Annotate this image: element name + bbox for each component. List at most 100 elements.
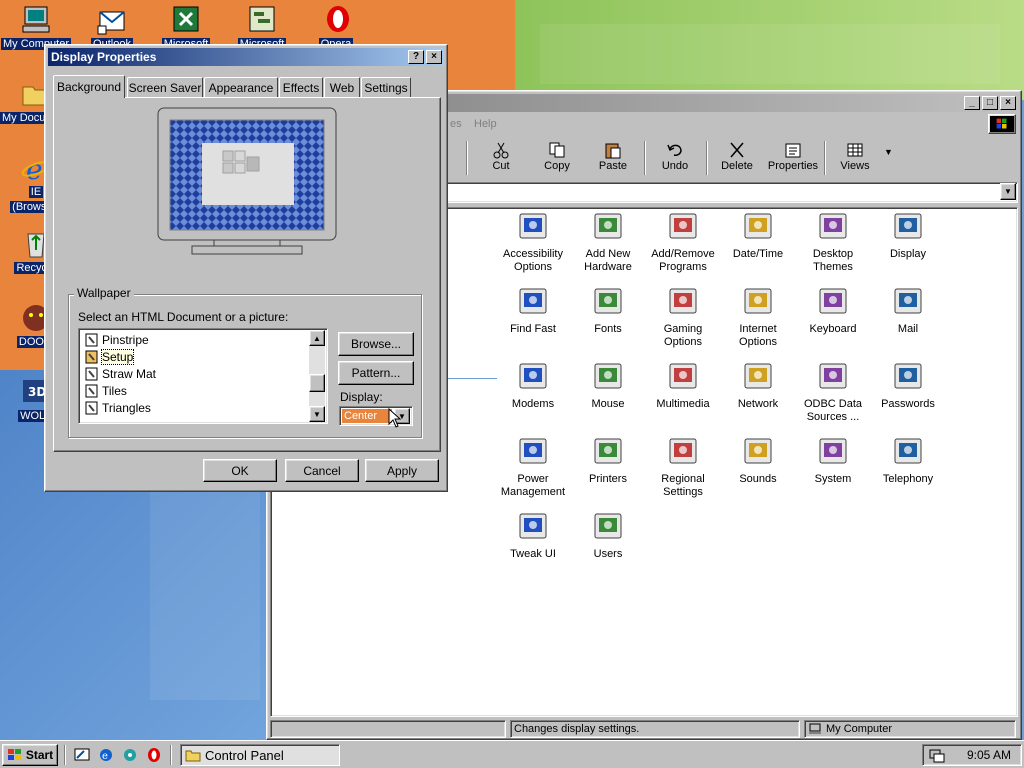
wallpaper-name: Pinstripe — [102, 332, 149, 347]
cp-item-globe[interactable]: Internet Options — [720, 285, 796, 349]
start-button[interactable]: Start — [2, 744, 58, 766]
ok-button[interactable]: OK — [203, 459, 277, 482]
toolbar-label: Paste — [598, 160, 628, 172]
wallpaper-list-item[interactable]: Triangles — [81, 399, 309, 416]
paste-icon — [605, 143, 621, 159]
cp-item-label: Mouse — [591, 398, 625, 410]
cut-button[interactable]: Cut — [472, 139, 530, 177]
toolbar-label: Properties — [767, 160, 819, 172]
copy-button[interactable]: Copy — [528, 139, 586, 177]
wallpaper-list-item[interactable]: Tiles — [81, 382, 309, 399]
dialog-titlebar[interactable]: Display Properties ? × — [48, 48, 444, 66]
network-icon — [744, 363, 772, 389]
keyboard-icon — [819, 288, 847, 314]
delete-button[interactable]: Delete — [708, 139, 766, 177]
tab-background[interactable]: Background — [53, 75, 125, 98]
tab-effects[interactable]: Effects — [279, 77, 323, 97]
address-dropdown-button[interactable]: ▼ — [1000, 183, 1016, 200]
wallpaper-list-item[interactable]: Straw Mat — [81, 365, 309, 382]
cp-item-label: Accessibility Options — [503, 248, 563, 273]
toolbar-label: Cut — [492, 160, 510, 172]
cp-item-printers-folder[interactable]: Printers — [570, 435, 646, 486]
wallpaper-name: Straw Mat — [102, 366, 157, 381]
cp-item-themes[interactable]: Desktop Themes — [795, 210, 871, 274]
cp-item-telephone[interactable]: Telephony — [870, 435, 946, 486]
opera-quicklaunch-icon[interactable] — [146, 747, 162, 763]
cp-item-label: Modems — [511, 398, 555, 410]
cp-item-joystick[interactable]: Gaming Options — [645, 285, 721, 349]
dialog-title: Display Properties — [51, 50, 157, 64]
menu-item-favorites[interactable]: es — [450, 118, 462, 130]
toolbar-label: Delete — [721, 160, 753, 172]
mail-icon — [894, 288, 922, 314]
cp-item-label: ODBC Data Sources ... — [803, 398, 863, 423]
browse-button[interactable]: Browse... — [338, 332, 414, 356]
wallpaper-list[interactable]: Pinstripe Setup Straw Mat Tiles Triangles ▲ … — [78, 328, 328, 424]
cp-item-speaker[interactable]: Sounds — [720, 435, 796, 486]
dialog-close-button[interactable]: × — [426, 50, 442, 64]
display-settings-tray-icon[interactable] — [929, 748, 945, 764]
apply-button[interactable]: Apply — [365, 459, 439, 482]
properties-button[interactable]: Properties — [764, 139, 822, 177]
cp-item-mail[interactable]: Mail — [870, 285, 946, 336]
control-panel-icon — [185, 750, 201, 762]
menu-item-help[interactable]: Help — [474, 118, 497, 130]
channels-icon[interactable] — [122, 747, 138, 763]
themes-icon — [819, 213, 847, 239]
wallpaper-list-item[interactable]: Setup — [81, 348, 309, 365]
show-desktop-icon[interactable] — [74, 747, 90, 763]
cp-item-label: Passwords — [881, 398, 935, 410]
cp-item-hardware[interactable]: Add New Hardware — [570, 210, 646, 274]
maximize-button[interactable]: □ — [982, 96, 998, 110]
close-button[interactable]: × — [1000, 96, 1016, 110]
undo-button[interactable]: Undo — [646, 139, 704, 177]
pattern-button[interactable]: Pattern... — [338, 361, 414, 385]
wallpaper-list-item[interactable]: Pinstripe — [81, 331, 309, 348]
cp-item-network[interactable]: Network — [720, 360, 796, 411]
cp-item-keyboard[interactable]: Keyboard — [795, 285, 871, 336]
cp-item-mouse[interactable]: Mouse — [570, 360, 646, 411]
taskbar-task-control-panel[interactable]: Control Panel — [180, 744, 340, 766]
tab-screen-saver[interactable]: Screen Saver — [127, 77, 203, 97]
cp-item-label: Users — [593, 548, 623, 560]
ie-quicklaunch-icon[interactable]: e — [98, 747, 114, 763]
clock[interactable]: 9:05 AM — [967, 748, 1011, 762]
status-text: Changes display settings. — [510, 720, 800, 738]
cp-item-odbc[interactable]: ODBC Data Sources ... — [795, 360, 871, 424]
cp-item-users[interactable]: Users — [570, 510, 646, 561]
scroll-down-button[interactable]: ▼ — [309, 406, 325, 422]
cp-item-multimedia[interactable]: Multimedia — [645, 360, 721, 411]
cp-item-earth[interactable]: Regional Settings — [645, 435, 721, 499]
cp-item-power[interactable]: Power Management — [495, 435, 571, 499]
multimedia-icon — [669, 363, 697, 389]
views-dropdown-arrow-icon[interactable]: ▼ — [884, 147, 893, 157]
tab-settings[interactable]: Settings — [361, 77, 411, 97]
cp-item-modem[interactable]: Modems — [495, 360, 571, 411]
wallpaper-list-scrollbar[interactable]: ▲ ▼ — [309, 330, 325, 422]
cp-item-binoculars[interactable]: Find Fast — [495, 285, 571, 336]
cancel-button[interactable]: Cancel — [285, 459, 359, 482]
cp-item-calendar-clock[interactable]: Date/Time — [720, 210, 796, 261]
paste-button[interactable]: Paste — [584, 139, 642, 177]
help-button[interactable]: ? — [408, 50, 424, 64]
calendar-clock-icon — [744, 213, 772, 239]
power-icon — [519, 438, 547, 464]
views-button[interactable]: Views — [826, 139, 884, 177]
scroll-up-button[interactable]: ▲ — [309, 330, 325, 346]
cp-item-system[interactable]: System — [795, 435, 871, 486]
cp-item-accessibility[interactable]: Accessibility Options — [495, 210, 571, 274]
paint-file-icon — [85, 384, 98, 397]
tab-web[interactable]: Web — [324, 77, 360, 97]
status-zone-label: My Computer — [826, 723, 893, 735]
windows-logo-icon — [988, 114, 1016, 134]
hardware-icon — [594, 213, 622, 239]
cp-item-keys[interactable]: Passwords — [870, 360, 946, 411]
cp-item-programs[interactable]: Add/Remove Programs — [645, 210, 721, 274]
cp-item-tweakui[interactable]: Tweak UI — [495, 510, 571, 561]
cp-item-fonts-folder[interactable]: Fonts — [570, 285, 646, 336]
cp-item-display[interactable]: Display — [870, 210, 946, 261]
minimize-button[interactable]: _ — [964, 96, 980, 110]
scroll-thumb[interactable] — [309, 374, 325, 392]
tab-appearance[interactable]: Appearance — [204, 77, 278, 97]
wallpaper-panel — [540, 24, 1000, 84]
